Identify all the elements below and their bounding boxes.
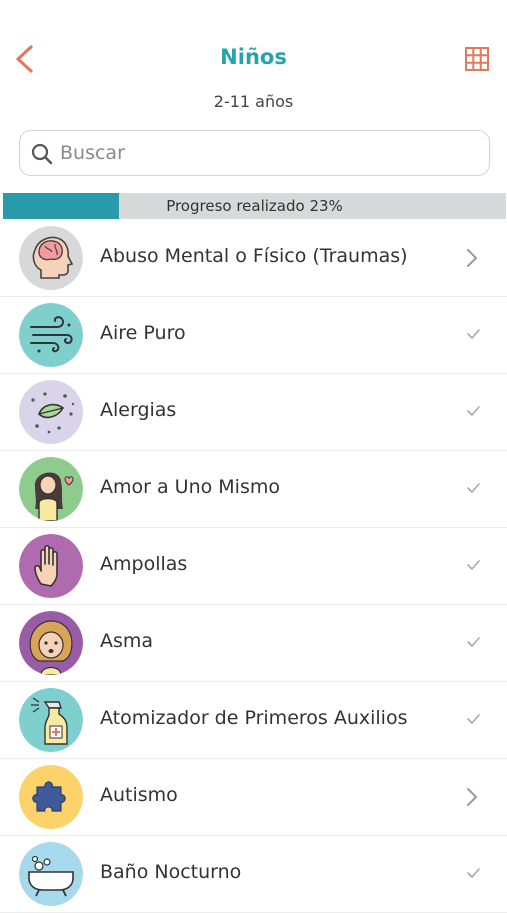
page-title: Niños	[220, 45, 287, 69]
topic-list: Abuso Mental o Físico (Traumas) Aire Pur…	[0, 220, 507, 913]
spray-bottle-icon	[19, 688, 83, 752]
grid-icon[interactable]	[464, 46, 490, 72]
check-icon	[467, 868, 480, 878]
item-label: Asma	[100, 630, 154, 652]
check-icon	[467, 406, 480, 416]
item-label: Baño Nocturno	[100, 861, 242, 883]
hand-icon	[19, 534, 83, 598]
leaf-pollen-icon	[19, 380, 83, 444]
progress-bar: Progreso realizado 23%	[3, 193, 506, 219]
app-header: Niños 2-11 años	[0, 0, 507, 120]
brain-head-icon	[19, 226, 83, 290]
progress-label: Progreso realizado 23%	[166, 197, 343, 215]
girl-heart-icon	[19, 457, 83, 521]
check-icon	[467, 637, 480, 647]
search-bar[interactable]	[19, 130, 490, 176]
item-label: Alergias	[100, 399, 177, 421]
check-icon	[467, 483, 480, 493]
list-item[interactable]: Asma	[0, 605, 507, 682]
search-icon	[31, 143, 53, 165]
chevron-right-icon	[467, 788, 477, 806]
search-input[interactable]	[60, 139, 480, 167]
item-label: Abuso Mental o Físico (Traumas)	[100, 245, 408, 267]
item-label: Autismo	[100, 784, 178, 806]
list-item[interactable]: Atomizador de Primeros Auxilios	[0, 682, 507, 759]
bathtub-icon	[19, 842, 83, 906]
item-label: Ampollas	[100, 553, 188, 575]
girl-face-icon	[19, 611, 83, 675]
check-icon	[467, 329, 480, 339]
check-icon	[467, 714, 480, 724]
check-icon	[467, 560, 480, 570]
list-item[interactable]: Abuso Mental o Físico (Traumas)	[0, 220, 507, 297]
list-item[interactable]: Aire Puro	[0, 297, 507, 374]
wind-icon	[19, 303, 83, 367]
item-label: Atomizador de Primeros Auxilios	[100, 707, 408, 729]
item-label: Aire Puro	[100, 322, 186, 344]
chevron-right-icon	[467, 249, 477, 267]
puzzle-piece-icon	[19, 765, 83, 829]
list-item[interactable]: Autismo	[0, 759, 507, 836]
list-item[interactable]: Alergias	[0, 374, 507, 451]
item-label: Amor a Uno Mismo	[100, 476, 280, 498]
list-item[interactable]: Ampollas	[0, 528, 507, 605]
list-item[interactable]: Baño Nocturno	[0, 836, 507, 913]
list-item[interactable]: Amor a Uno Mismo	[0, 451, 507, 528]
age-range-subtitle: 2-11 años	[213, 92, 294, 111]
